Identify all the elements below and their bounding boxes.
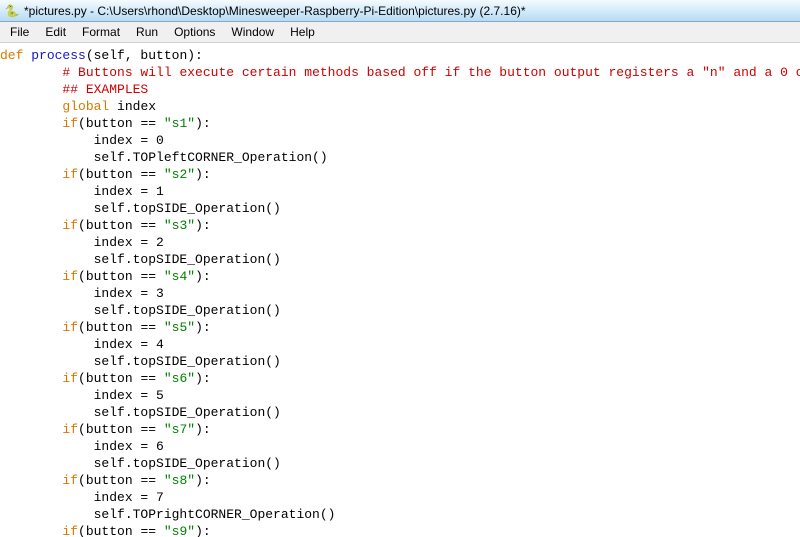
menu-format[interactable]: Format [74,23,128,41]
code-text[interactable]: def process(self, button): # Buttons wil… [0,47,800,537]
window-title: *pictures.py - C:\Users\rhond\Desktop\Mi… [24,4,526,18]
python-idle-icon: 🐍 [4,3,20,19]
menu-window[interactable]: Window [223,23,282,41]
titlebar[interactable]: 🐍 *pictures.py - C:\Users\rhond\Desktop\… [0,0,800,22]
menubar: File Edit Format Run Options Window Help [0,22,800,43]
menu-options[interactable]: Options [166,23,223,41]
menu-edit[interactable]: Edit [37,23,74,41]
menu-run[interactable]: Run [128,23,166,41]
code-editor[interactable]: def process(self, button): # Buttons wil… [0,43,800,537]
menu-help[interactable]: Help [282,23,323,41]
menu-file[interactable]: File [2,23,37,41]
